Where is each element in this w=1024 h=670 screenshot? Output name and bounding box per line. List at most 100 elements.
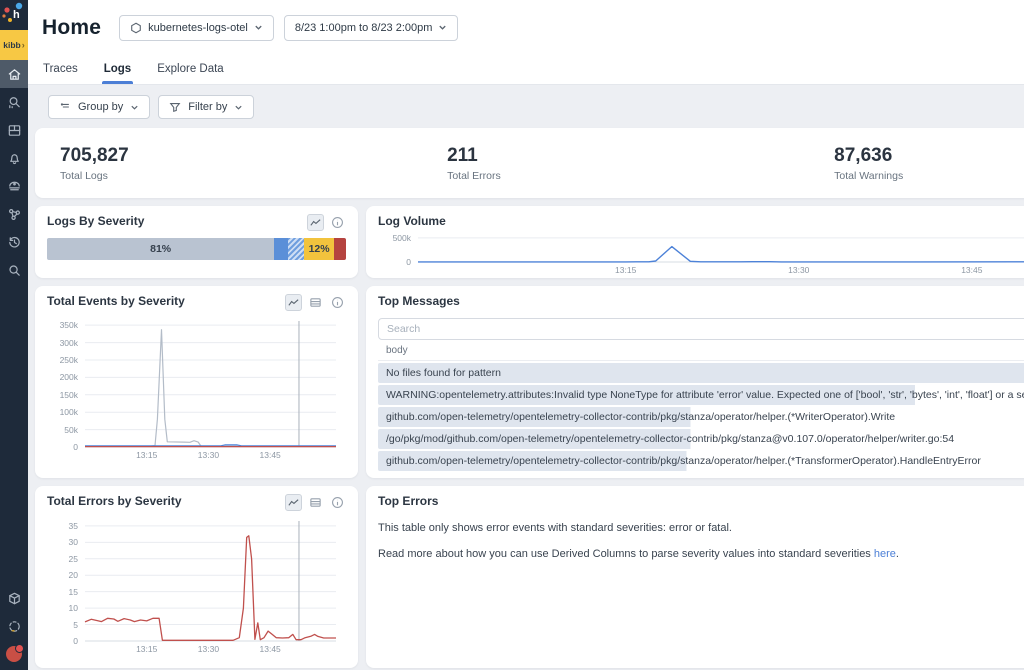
top-messages-title: Top Messages [378,294,460,308]
info-button[interactable] [329,494,346,511]
total-events-title: Total Events by Severity [47,294,185,308]
info-icon [331,296,344,309]
total-events-panel: Total Events by Severity 050k100k150k200… [35,286,358,478]
severity-segment[interactable] [274,238,287,260]
total-logs-value: 705,827 [60,145,422,167]
tab-traces[interactable]: Traces [43,63,78,84]
message-body: github.com/open-telemetry/opentelemetry-… [386,455,981,467]
log-volume-chart[interactable]: 500k013:1513:3013:45 [378,230,1024,276]
line-chart-icon [287,296,300,309]
sidebar-item-history[interactable] [0,228,28,256]
sidebar-item-integrations[interactable] [0,584,28,612]
note-2-text: Read more about how you can use Derived … [378,548,874,560]
chart-view-button[interactable] [285,294,302,311]
honeycomb-logo[interactable]: h [0,0,28,30]
total-warnings-label: Total Warnings [834,170,1024,182]
app-root: h kibb › [0,0,1024,670]
sidebar-item-alerts[interactable] [0,144,28,172]
log-volume-title: Log Volume [378,214,446,228]
sidebar-item-search[interactable] [0,256,28,284]
dashboard-content: Group by Filter by 705,827 Total Logs 21… [28,85,1024,670]
bell-icon [7,151,22,166]
time-range-select[interactable]: 8/23 1:00pm to 8/23 2:00pm [284,15,459,41]
derived-columns-link[interactable]: here [874,548,896,560]
note-2-period: . [896,548,899,560]
sidebar-item-account[interactable] [0,640,28,668]
top-bar: Home kubernetes-logs-otel 8/23 1:00pm to… [28,0,1024,55]
history-icon [7,235,22,250]
home-icon [7,67,22,82]
summary-stats-card: 705,827 Total Logs 211 Total Errors 87,6… [35,128,1024,198]
search-input[interactable] [378,318,1024,340]
filter-by-select[interactable]: Filter by [158,95,254,119]
severity-segment[interactable]: 81% [47,238,274,260]
total-errors-panel: Total Errors by Severity 051015202530351… [35,486,358,668]
chart-view-button[interactable] [285,494,302,511]
sidebar-footer [0,584,28,670]
info-button[interactable] [329,294,346,311]
sidebar-item-query[interactable] [0,88,28,116]
table-row[interactable]: /go/pkg/mod/github.com/open-telemetry/op… [378,429,1024,449]
stat-total-warnings: 87,636 Total Warnings [809,145,1024,182]
team-switcher[interactable]: kibb › [0,30,28,60]
total-errors-label: Total Errors [447,170,809,182]
tab-explore-data[interactable]: Explore Data [157,63,223,84]
main-area: Home kubernetes-logs-otel 8/23 1:00pm to… [28,0,1024,670]
chevron-down-icon [438,23,447,32]
tab-logs[interactable]: Logs [104,63,131,84]
top-errors-note-2: Read more about how you can use Derived … [378,547,1024,563]
total-events-chart[interactable]: 050k100k150k200k250k300k350k13:1513:3013… [47,315,346,463]
column-header-body[interactable]: body [378,340,1024,361]
total-errors-value: 211 [447,145,809,167]
severity-segment[interactable] [288,238,304,260]
message-body: WARNING:opentelemetry.attributes:Invalid… [386,389,1024,401]
sidebar-item-slos[interactable] [0,172,28,200]
table-view-button[interactable] [307,494,324,511]
dataset-select[interactable]: kubernetes-logs-otel [119,15,274,41]
team-label: kibb [3,40,20,50]
search-icon [7,263,22,278]
sidebar-item-service-map[interactable] [0,200,28,228]
user-avatar [6,646,22,662]
table-icon [309,496,322,509]
sidebar-item-home[interactable] [0,60,28,88]
table-row[interactable]: github.com/open-telemetry/opentelemetry-… [378,407,1024,427]
message-body: No files found for pattern [386,367,501,379]
info-button[interactable] [329,214,346,231]
chevron-right-icon: › [22,40,25,50]
status-ring-icon [7,619,22,634]
svg-text:h: h [13,9,20,21]
table-view-button[interactable] [307,294,324,311]
severity-segment[interactable] [334,238,346,260]
table-row[interactable]: WARNING:opentelemetry.attributes:Invalid… [378,385,1024,405]
severity-segment[interactable]: 12% [304,238,334,260]
severity-stacked-bar[interactable]: 81% 12% [47,238,346,260]
top-errors-note-1: This table only shows error events with … [378,521,1024,537]
logs-by-severity-panel: Logs By Severity 81%12% [35,206,358,278]
top-messages-panel: Top Messages Clear body No files found f… [366,286,1024,478]
top-errors-title: Top Errors [378,494,438,508]
table-icon [309,296,322,309]
messages-table: No files found for pattern 45,025 WARNIN… [378,363,1024,471]
slo-icon [7,179,22,194]
table-row[interactable]: No files found for pattern 45,025 [378,363,1024,383]
row-events-messages: Total Events by Severity 050k100k150k200… [35,286,1024,478]
message-body: /go/pkg/mod/github.com/open-telemetry/op… [386,433,954,445]
total-warnings-value: 87,636 [834,145,1024,167]
group-by-select[interactable]: Group by [48,95,150,119]
sidebar-item-status[interactable] [0,612,28,640]
dataset-label: kubernetes-logs-otel [148,22,248,34]
chart-view-button[interactable] [307,214,324,231]
total-errors-chart[interactable]: 0510152025303513:1513:3013:45 [47,515,346,657]
chevron-down-icon [130,103,139,112]
filter-icon [169,101,181,113]
messages-search: Clear [378,318,1024,340]
line-chart-icon [287,496,300,509]
sidebar-item-boards[interactable] [0,116,28,144]
group-by-icon [59,101,71,113]
group-by-label: Group by [78,101,123,113]
table-row[interactable]: github.com/open-telemetry/opentelemetry-… [378,451,1024,471]
query-controls: Group by Filter by [48,95,1024,119]
info-icon [331,496,344,509]
total-errors-title: Total Errors by Severity [47,494,182,508]
